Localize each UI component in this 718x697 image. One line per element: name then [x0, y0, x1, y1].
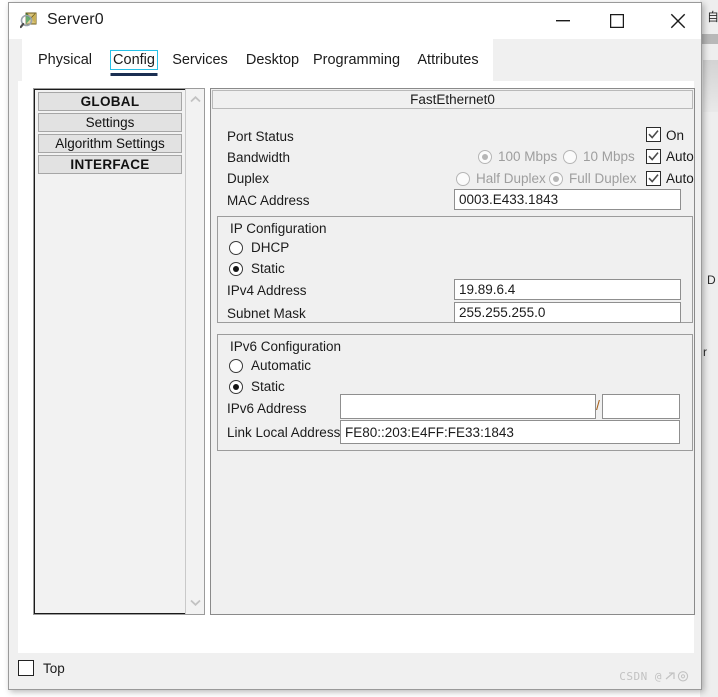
background-text-fragment-2: D [707, 273, 716, 287]
bandwidth-radio-10mbps[interactable] [563, 150, 577, 164]
sidebar-item-label: Settings [85, 115, 135, 130]
tab-config[interactable]: Config [105, 39, 163, 81]
ip-configuration-legend: IP Configuration [230, 221, 327, 236]
server-inspect-icon [19, 12, 40, 31]
close-icon [670, 13, 686, 29]
minimize-button[interactable] [540, 3, 586, 39]
duplex-label: Duplex [227, 171, 270, 186]
sidebar-item-settings[interactable]: Settings [38, 113, 182, 132]
check-icon [648, 130, 659, 139]
watermark-glyphs [665, 671, 689, 682]
ipv6-config-automatic-label: Automatic [251, 358, 312, 373]
subnet-mask-input[interactable]: 255.255.255.0 [454, 302, 681, 323]
top-checkbox[interactable] [18, 660, 34, 676]
bandwidth-label: Bandwidth [227, 150, 291, 165]
duplex-half-label: Half Duplex [476, 171, 546, 186]
watermark-text: CSDN @ [619, 670, 662, 683]
sidebar-item-label: INTERFACE [70, 157, 150, 172]
check-icon [648, 174, 659, 183]
bandwidth-100mbps-label: 100 Mbps [498, 149, 558, 164]
ipv6-config-radio-automatic[interactable] [229, 359, 243, 373]
ipv6-prefix-separator: / [596, 397, 600, 413]
config-sidebar: GLOBAL Settings Algorithm Settings INTER… [33, 88, 205, 615]
sidebar-list: GLOBAL Settings Algorithm Settings INTER… [34, 89, 186, 614]
panel-title: FastEthernet0 [212, 90, 693, 109]
scroll-up-button[interactable] [186, 91, 205, 108]
ip-config-radio-dhcp[interactable] [229, 241, 243, 255]
maximize-button[interactable] [594, 3, 640, 39]
port-status-checkbox[interactable] [646, 127, 661, 142]
server-config-window: Server0 Physical Config Services Desktop… [8, 2, 702, 690]
tab-desktop[interactable]: Desktop [237, 39, 308, 81]
mac-address-input[interactable]: 0003.E433.1843 [454, 189, 681, 210]
mac-address-label: MAC Address [227, 193, 310, 208]
ip-config-dhcp-label: DHCP [251, 240, 290, 255]
ipv6-address-label: IPv6 Address [227, 401, 307, 416]
bandwidth-auto-label: Auto [666, 149, 694, 164]
subnet-mask-label: Subnet Mask [227, 306, 306, 321]
chevron-up-icon [190, 96, 201, 103]
top-checkbox-label: Top [43, 660, 65, 676]
link-local-address-label: Link Local Address: [227, 425, 345, 440]
maximize-icon [610, 14, 624, 28]
tab-bar: Physical Config Services Desktop Program… [9, 39, 701, 81]
duplex-auto-label: Auto [666, 171, 694, 186]
close-button[interactable] [655, 3, 701, 39]
sidebar-item-label: Algorithm Settings [55, 136, 165, 151]
duplex-radio-full[interactable] [549, 172, 563, 186]
tab-attributes[interactable]: Attributes [407, 39, 489, 81]
tab-physical[interactable]: Physical [29, 39, 101, 81]
window-titlebar: Server0 [9, 3, 701, 40]
background-text-fragment-3: r [703, 345, 707, 359]
bandwidth-radio-100mbps[interactable] [478, 150, 492, 164]
window-title: Server0 [47, 11, 104, 28]
minimize-icon [556, 20, 570, 22]
ipv6-configuration-legend: IPv6 Configuration [230, 339, 342, 354]
ip-config-static-label: Static [251, 261, 285, 276]
tab-programming[interactable]: Programming [308, 39, 405, 81]
scroll-down-button[interactable] [186, 594, 205, 611]
ipv6-config-static-label: Static [251, 379, 285, 394]
duplex-auto-checkbox[interactable] [646, 171, 661, 186]
check-icon [648, 152, 659, 161]
bandwidth-10mbps-label: 10 Mbps [583, 149, 635, 164]
bottom-bar: Top [18, 655, 694, 681]
port-status-label: Port Status [227, 129, 294, 144]
ipv4-address-input[interactable]: 19.89.6.4 [454, 279, 681, 300]
duplex-radio-half[interactable] [456, 172, 470, 186]
chevron-down-icon [190, 599, 201, 606]
background-bar [700, 34, 718, 44]
screen: 自 D r Server0 Physical Config Services D… [0, 0, 718, 697]
sidebar-item-interface[interactable]: INTERFACE [38, 155, 182, 174]
ipv6-address-input[interactable] [340, 394, 596, 419]
duplex-full-label: Full Duplex [569, 171, 637, 186]
sidebar-item-global[interactable]: GLOBAL [38, 92, 182, 111]
ipv6-config-radio-static[interactable] [229, 380, 243, 394]
tab-services[interactable]: Services [165, 39, 235, 81]
ipv4-address-label: IPv4 Address [227, 283, 307, 298]
sidebar-scrollbar[interactable] [185, 89, 204, 614]
link-local-address-input[interactable]: FE80::203:E4FF:FE33:1843 [340, 420, 680, 444]
port-status-on-label: On [666, 128, 685, 143]
sidebar-item-label: GLOBAL [80, 94, 140, 109]
bandwidth-auto-checkbox[interactable] [646, 149, 661, 164]
interface-config-panel: FastEthernet0 Port Status On Bandwidth 1… [210, 88, 695, 615]
background-panel [703, 60, 718, 112]
watermark: CSDN @ [619, 670, 691, 683]
background-text-fragment-1: 自 [707, 10, 718, 24]
sidebar-item-algorithm-settings[interactable]: Algorithm Settings [38, 134, 182, 153]
ip-config-radio-static[interactable] [229, 262, 243, 276]
ipv6-prefix-length-input[interactable] [602, 394, 680, 419]
